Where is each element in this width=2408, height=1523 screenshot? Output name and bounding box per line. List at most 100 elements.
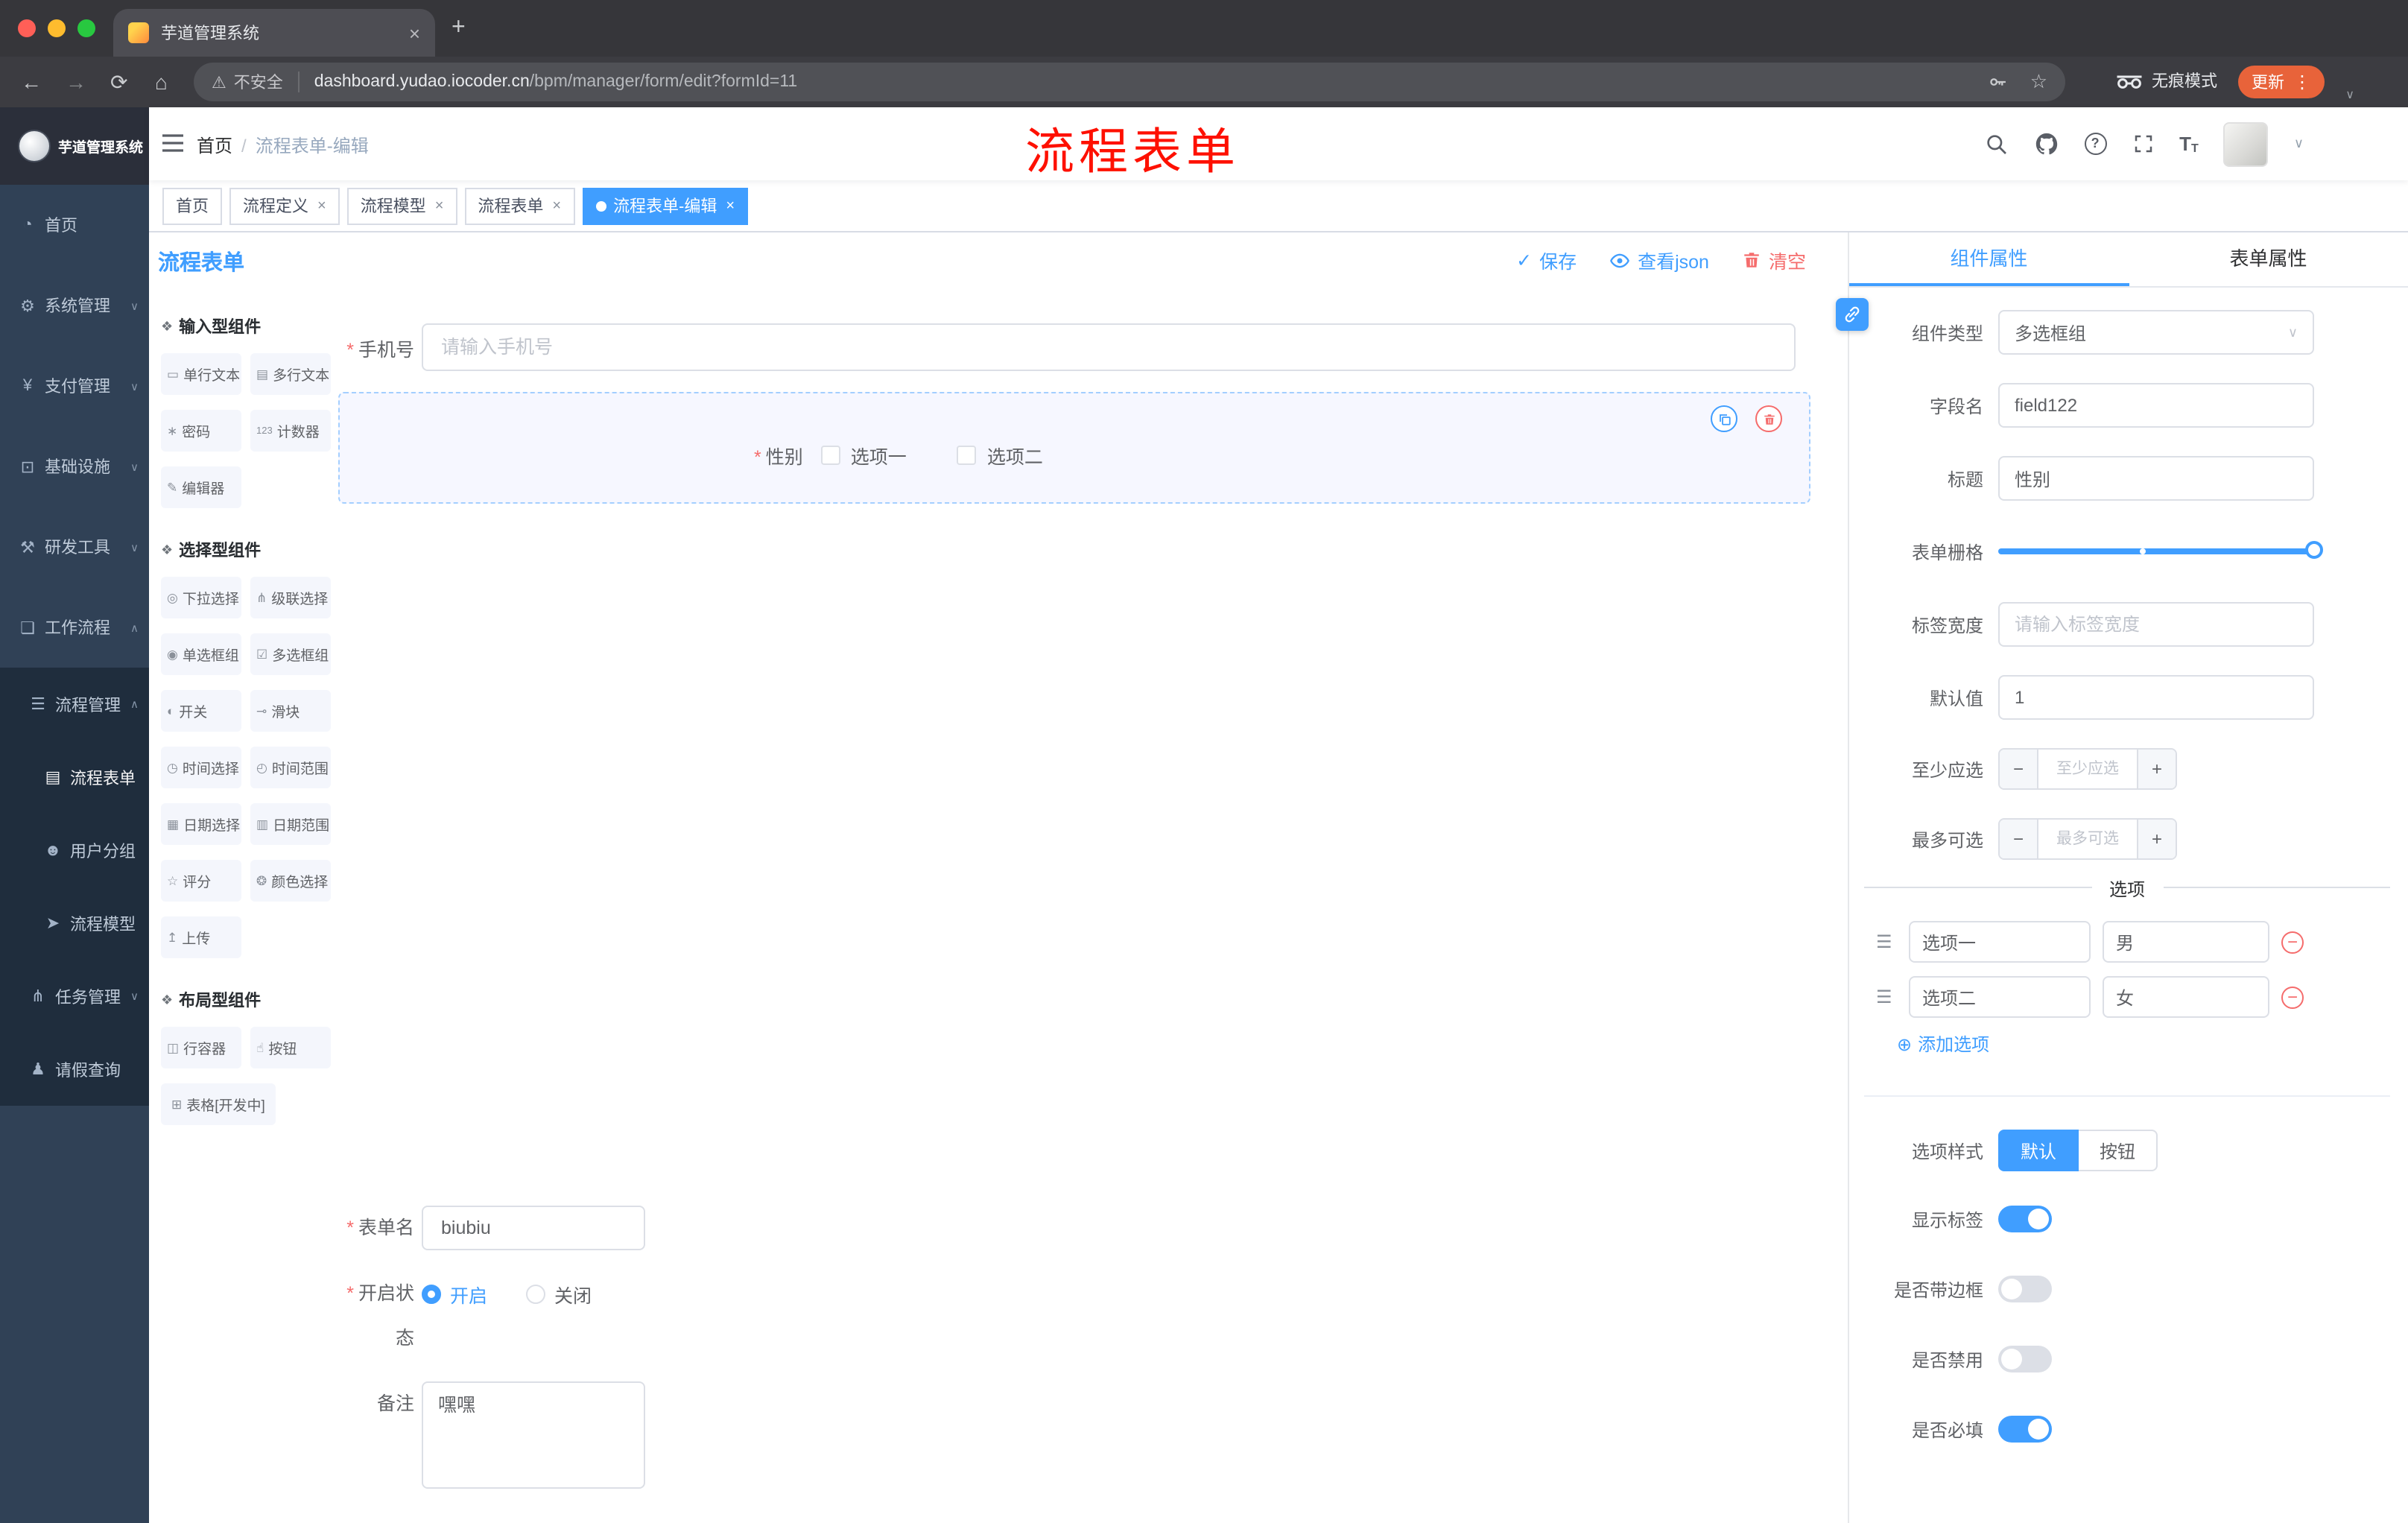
tag-close-icon[interactable]: × [317, 197, 326, 214]
style-default-button[interactable]: 默认 [1998, 1130, 2079, 1171]
tag-close-icon[interactable]: × [435, 197, 444, 214]
drag-handle-icon[interactable]: ☰ [1876, 931, 1897, 952]
component-chip-checkbox-group[interactable]: ☑ 多选框组 [250, 633, 331, 675]
remove-option-icon[interactable]: − [2281, 931, 2304, 953]
reload-icon[interactable]: ⟳ [110, 69, 127, 95]
component-chip-counter[interactable]: 123 计数器 [250, 410, 331, 452]
tag-process-definition[interactable]: 流程定义 × [229, 187, 340, 224]
minus-icon[interactable]: − [2000, 750, 2038, 788]
component-chip-switch[interactable]: ◐ 开关 [161, 690, 241, 732]
fullscreen-icon[interactable] [2132, 133, 2154, 155]
checkbox-icon[interactable] [820, 446, 840, 465]
form-name-input[interactable] [422, 1206, 645, 1250]
tab-component-props[interactable]: 组件属性 [1849, 232, 2129, 286]
phone-input[interactable] [422, 323, 1796, 371]
component-chip-multi-line-text[interactable]: ▤ 多行文本 [250, 353, 331, 395]
component-chip-time-range-picker[interactable]: ◴ 时间范围 [250, 747, 331, 788]
plus-icon[interactable]: + [2137, 750, 2176, 788]
component-chip-row-container[interactable]: ◫ 行容器 [161, 1027, 241, 1068]
search-icon[interactable] [1984, 132, 2008, 156]
default-value-input[interactable] [1998, 675, 2314, 720]
hamburger-icon[interactable] [161, 133, 185, 153]
label-width-input[interactable] [1998, 602, 2314, 647]
tab-form-props[interactable]: 表单属性 [2129, 232, 2408, 286]
browser-tab[interactable]: 芋道管理系统 × [113, 9, 435, 57]
checkbox-icon[interactable] [957, 446, 977, 465]
minus-icon[interactable]: − [2000, 820, 2038, 858]
avatar[interactable] [2223, 121, 2269, 166]
field-name-input[interactable] [1998, 383, 2314, 428]
sidebar-item-user-group[interactable]: ☻ 用户分组 [0, 814, 149, 887]
sidebar-item-dev-tools[interactable]: ⚒ 研发工具 ∨ [0, 507, 149, 587]
component-chip-slider[interactable]: ⊸ 滑块 [250, 690, 331, 732]
tag-process-form[interactable]: 流程表单 × [464, 187, 575, 224]
option-2-value-input[interactable] [2103, 976, 2269, 1018]
title-input[interactable] [1998, 456, 2314, 501]
duplicate-field-button[interactable] [1711, 405, 1737, 432]
browser-menu-icon[interactable]: ⋮ [2293, 72, 2311, 92]
sidebar-item-payment-management[interactable]: ¥ 支付管理 ∨ [0, 346, 149, 426]
max-select-input[interactable] [2038, 820, 2137, 858]
bookmark-star-icon[interactable]: ☆ [2030, 70, 2047, 94]
sidebar-item-process-model[interactable]: ➤ 流程模型 [0, 887, 149, 960]
component-chip-upload[interactable]: ↥ 上传 [161, 916, 241, 958]
sidebar-logo[interactable]: 芋道管理系统 [0, 107, 149, 185]
sidebar-item-infrastructure[interactable]: ⊡ 基础设施 ∨ [0, 426, 149, 507]
help-icon[interactable]: ? [2084, 133, 2107, 155]
option-2-label-input[interactable] [1909, 976, 2091, 1018]
tab-close-icon[interactable]: × [409, 22, 420, 44]
minimize-window-button[interactable] [48, 19, 66, 37]
tag-close-icon[interactable]: × [726, 197, 735, 214]
form-canvas[interactable]: * 手机号 请输入手机号 * 性别 选项一 选项二 * 表单名 biubiu *… [331, 288, 1848, 1523]
component-chip-time-picker[interactable]: ◷ 时间选择 [161, 747, 241, 788]
drag-handle-icon[interactable]: ☰ [1876, 987, 1897, 1007]
tag-process-form-edit[interactable]: 流程表单-编辑 × [582, 187, 749, 224]
sidebar-item-task-management[interactable]: ⋔ 任务管理 ∨ [0, 960, 149, 1033]
field-phone[interactable]: * 手机号 [331, 323, 1848, 371]
component-type-select[interactable]: 多选框组 ∨ [1998, 310, 2314, 355]
delete-field-button[interactable] [1755, 405, 1782, 432]
field-gender-selected[interactable]: * 性别 选项一 选项二 [338, 392, 1810, 504]
sidebar-item-home[interactable]: ◔ 首页 [0, 185, 149, 265]
component-chip-select[interactable]: ◎ 下拉选择 [161, 577, 241, 618]
plus-icon[interactable]: + [2137, 820, 2176, 858]
tag-home[interactable]: 首页 [162, 187, 222, 224]
min-select-input[interactable] [2038, 750, 2137, 788]
tag-close-icon[interactable]: × [552, 197, 561, 214]
radio-off-icon[interactable] [526, 1284, 546, 1303]
avatar-caret-icon[interactable]: ∨ [2294, 136, 2304, 152]
security-warning-icon[interactable]: ⚠ [212, 72, 226, 92]
remove-option-icon[interactable]: − [2281, 986, 2304, 1008]
home-icon[interactable]: ⌂ [155, 69, 168, 95]
forward-icon[interactable]: → [66, 69, 86, 95]
radio-on-label[interactable]: 开启 [450, 1279, 487, 1308]
new-tab-button[interactable]: + [452, 12, 466, 45]
component-chip-date-range-picker[interactable]: ▥ 日期范围 [250, 803, 331, 845]
component-chip-table[interactable]: ⊞ 表格[开发中] [161, 1083, 276, 1125]
clear-button[interactable]: 清空 [1742, 246, 1806, 274]
component-chip-rate[interactable]: ☆ 评分 [161, 860, 241, 902]
sidebar-item-process-management[interactable]: ☰ 流程管理 ∧ [0, 668, 149, 741]
save-button[interactable]: ✓ 保存 [1516, 246, 1577, 274]
grid-slider[interactable] [1998, 541, 2323, 559]
sidebar-item-leave-query[interactable]: ♟ 请假查询 [0, 1033, 149, 1106]
close-window-button[interactable] [18, 19, 36, 37]
option-1-label-input[interactable] [1909, 921, 2091, 963]
component-chip-single-line-text[interactable]: ▭ 单行文本 [161, 353, 241, 395]
slider-handle[interactable] [2305, 541, 2323, 559]
zoom-window-button[interactable] [77, 19, 95, 37]
component-chip-button[interactable]: ☝ 按钮 [250, 1027, 331, 1068]
show-label-toggle[interactable] [1998, 1206, 2052, 1232]
checkbox-option-one[interactable]: 选项一 [820, 441, 907, 469]
component-chip-rich-editor[interactable]: ✎ 编辑器 [161, 466, 241, 508]
sidebar-item-process-form[interactable]: ▤ 流程表单 [0, 741, 149, 814]
chevron-down-icon[interactable]: ∨ [2345, 88, 2354, 101]
view-json-button[interactable]: 查看json [1609, 246, 1709, 274]
github-icon[interactable] [2033, 131, 2059, 156]
chrome-update-button[interactable]: 更新 ⋮ [2238, 66, 2325, 98]
component-chip-radio-group[interactable]: ◉ 单选框组 [161, 633, 241, 675]
form-remark-textarea[interactable]: 嘿嘿 [422, 1381, 645, 1489]
required-toggle[interactable] [1998, 1416, 2052, 1443]
address-bar[interactable]: ⚠ 不安全 dashboard.yudao.iocoder.cn/bpm/man… [194, 63, 2065, 101]
link-button[interactable] [1836, 298, 1869, 331]
